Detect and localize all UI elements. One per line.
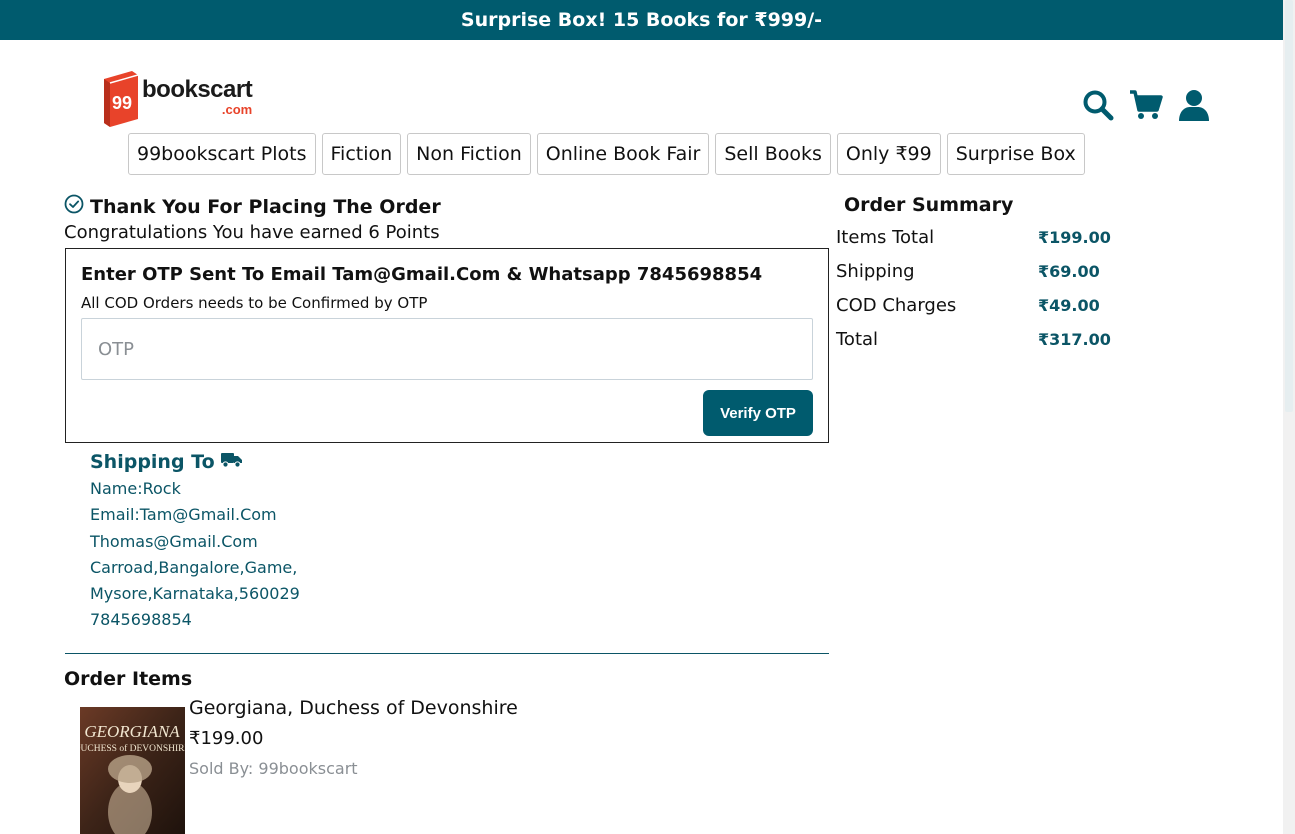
section-divider: [65, 653, 829, 654]
summary-row-total: Total ₹317.00: [836, 322, 1116, 356]
order-confirmation-heading: Thank You For Placing The Order: [64, 194, 441, 219]
site-logo[interactable]: 99 bookscart .com: [98, 68, 253, 128]
summary-label: Shipping: [836, 260, 915, 282]
shipping-address-line: Mysore,Karnataka,560029: [90, 584, 300, 604]
item-price: ₹199.00: [189, 728, 264, 749]
svg-text:99: 99: [112, 93, 132, 113]
header-icons: [1081, 88, 1211, 122]
shipping-details: Shipping To Name:Rock Email:Tam@Gmail.Co…: [90, 448, 300, 634]
nav-only-99[interactable]: Only ₹99: [836, 133, 941, 175]
verify-otp-button[interactable]: Verify OTP: [703, 390, 813, 436]
nav-non-fiction[interactable]: Non Fiction: [407, 133, 531, 175]
logo-book-icon: 99: [98, 69, 140, 127]
logo-suffix: .com: [221, 102, 253, 117]
shipping-title: Shipping To: [90, 451, 215, 473]
order-summary-title: Order Summary: [844, 194, 1014, 216]
summary-row-cod-charges: COD Charges ₹49.00: [836, 288, 1116, 322]
shipping-name: Name:Rock: [90, 479, 181, 498]
summary-value: ₹69.00: [1038, 261, 1100, 281]
category-nav: 99bookscart Plots Fiction Non Fiction On…: [128, 133, 1085, 175]
summary-label: Total: [836, 328, 879, 350]
shipping-phone: 7845698854: [90, 610, 192, 630]
cart-icon[interactable]: [1129, 88, 1163, 122]
nav-online-book-fair[interactable]: Online Book Fair: [536, 133, 710, 175]
summary-label: Items Total: [836, 226, 935, 248]
thanks-text: Thank You For Placing The Order: [90, 195, 441, 218]
logo-name: bookscart: [142, 76, 253, 103]
order-items-title: Order Items: [64, 668, 193, 690]
book-cover-image[interactable]: GEORGIANA DUCHESS of DEVONSHIRE: [80, 707, 185, 834]
nav-surprise-box[interactable]: Surprise Box: [946, 133, 1085, 175]
shipping-address-line: Carroad,Bangalore,Game,: [90, 557, 298, 577]
summary-label: COD Charges: [836, 294, 957, 316]
otp-panel: Enter OTP Sent To Email Tam@Gmail.Com & …: [65, 248, 829, 443]
nav-fiction[interactable]: Fiction: [321, 133, 402, 175]
summary-value: ₹49.00: [1038, 295, 1100, 315]
check-circle-icon: [64, 194, 84, 219]
shipping-email: Email:Tam@Gmail.Com: [90, 505, 277, 525]
promo-banner-text: Surprise Box! 15 Books for ₹999/-: [460, 9, 823, 31]
nav-sell-books[interactable]: Sell Books: [715, 133, 831, 175]
item-seller: Sold By: 99bookscart: [189, 759, 358, 778]
otp-subtitle: All COD Orders needs to be Confirmed by …: [81, 294, 428, 312]
summary-row-items-total: Items Total ₹199.00: [836, 220, 1116, 254]
item-title[interactable]: Georgiana, Duchess of Devonshire: [189, 697, 518, 719]
shipping-heading: Shipping To: [90, 448, 300, 476]
otp-title: Enter OTP Sent To Email Tam@Gmail.Com & …: [81, 264, 763, 285]
summary-row-shipping: Shipping ₹69.00: [836, 254, 1116, 288]
scrollbar-thumb[interactable]: [1285, 0, 1293, 412]
svg-text:DUCHESS of DEVONSHIRE: DUCHESS of DEVONSHIRE: [80, 743, 185, 754]
points-message: Congratulations You have earned 6 Points: [64, 222, 440, 243]
page-scrollbar[interactable]: [1283, 0, 1295, 834]
user-icon[interactable]: [1177, 88, 1211, 122]
shipping-address-line: Thomas@Gmail.Com: [90, 531, 258, 551]
summary-value: ₹199.00: [1038, 227, 1111, 247]
truck-icon: [220, 451, 243, 473]
promo-banner[interactable]: Surprise Box! 15 Books for ₹999/-: [0, 0, 1283, 40]
otp-input[interactable]: [81, 318, 813, 380]
search-icon[interactable]: [1081, 88, 1115, 122]
summary-value: ₹317.00: [1038, 329, 1111, 349]
nav-plots[interactable]: 99bookscart Plots: [128, 133, 316, 175]
svg-text:GEORGIANA: GEORGIANA: [84, 722, 180, 741]
